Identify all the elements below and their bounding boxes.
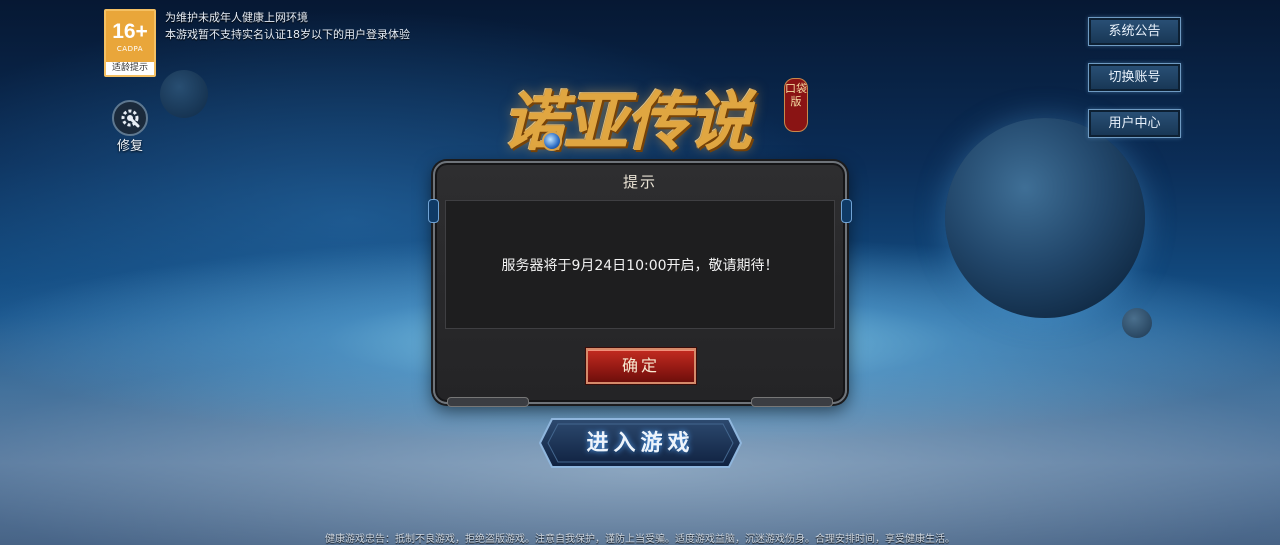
confirm-button[interactable]: 确定 [586,348,696,384]
wrench-gear-icon [112,100,148,136]
health-advice-footer: 健康游戏忠告：抵制不良游戏，拒绝盗版游戏。注意自我保护，谨防上当受骗。适度游戏益… [325,534,955,545]
enter-game-button[interactable]: 进入游戏 [538,417,743,469]
dialog-left-hinge [428,199,439,223]
game-logo: 诺亚传说 口袋版 [490,75,820,165]
age-rating-number: 16+ [112,20,148,43]
dialog-foot-left [447,397,529,407]
logo-edition-seal: 口袋版 [784,78,808,132]
dialog-body: 服务器将于9月24日10:00开启，敬请期待！ [445,200,835,329]
dialog-message: 服务器将于9月24日10:00开启，敬请期待！ [501,257,779,274]
game-logo-title: 诺亚传说 [502,85,752,160]
background-small-moon [1122,308,1152,338]
logo-gem-icon [542,131,562,151]
age-rating-tip: 适龄提示 [106,62,154,75]
dialog-title: 提示 [622,173,657,191]
system-announcement-button[interactable]: 系统公告 [1088,17,1181,46]
repair-label: 修复 [116,139,143,154]
switch-account-button[interactable]: 切换账号 [1088,63,1181,92]
background-planet [945,118,1145,318]
background-moon [160,70,208,118]
user-center-button[interactable]: 用户中心 [1088,109,1181,138]
age-rating-org: CADPA [116,45,144,53]
notice-dialog: 提示 服务器将于9月24日10:00开启，敬请期待！ 确定 [428,161,852,407]
health-notice-line1: 为维护未成年人健康上网环境 [165,11,308,24]
dialog-foot-right [751,397,833,407]
health-notice-line2: 本游戏暂不支持实名认证18岁以下的用户登录体验 [165,28,410,41]
age-rating-badge[interactable]: 16+ CADPA 适龄提示 [104,9,156,77]
repair-button[interactable]: 修复 [108,100,152,154]
dialog-right-hinge [841,199,852,223]
enter-game-label: 进入游戏 [586,430,695,456]
